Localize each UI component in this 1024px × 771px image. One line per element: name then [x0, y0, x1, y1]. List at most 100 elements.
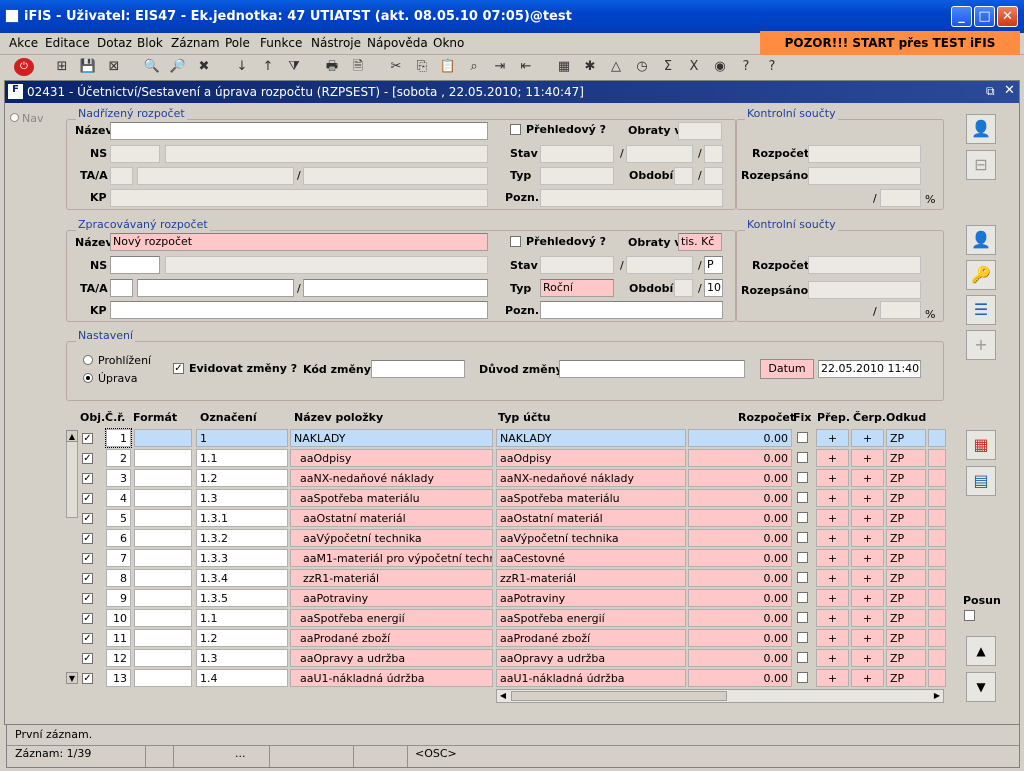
minimize-button[interactable]: _	[951, 6, 972, 27]
current-a-field[interactable]	[303, 279, 488, 297]
menu-1[interactable]: Editace	[45, 36, 90, 50]
nazev-polozky-cell[interactable]: aaOdpisy	[290, 449, 493, 467]
extra-cell[interactable]	[928, 489, 946, 507]
prep-button[interactable]: +	[816, 669, 849, 687]
extra-cell[interactable]	[928, 509, 946, 527]
obj-checkbox[interactable]: ✓	[82, 653, 93, 664]
row-number-cell[interactable]: 7	[106, 549, 131, 567]
fix-checkbox[interactable]	[797, 672, 808, 683]
row-number-cell[interactable]: 4	[106, 489, 131, 507]
fix-checkbox[interactable]	[797, 632, 808, 643]
obj-checkbox[interactable]: ✓	[82, 593, 93, 604]
menu-8[interactable]: Nápověda	[367, 36, 428, 50]
nazev-polozky-cell[interactable]: NAKLADY	[290, 429, 493, 447]
sort-desc-icon[interactable]: ↑	[258, 58, 278, 76]
oznaceni-cell[interactable]: 1	[196, 429, 288, 447]
person-disabled-icon[interactable]: 👤	[966, 114, 996, 144]
format-cell[interactable]	[134, 429, 192, 447]
prep-button[interactable]: +	[816, 609, 849, 627]
fix-checkbox[interactable]	[797, 612, 808, 623]
obj-checkbox[interactable]: ✓	[82, 673, 93, 684]
extra-cell[interactable]	[928, 549, 946, 567]
odkud-cell[interactable]: ZP	[886, 469, 926, 487]
extra-cell[interactable]	[928, 449, 946, 467]
odkud-cell[interactable]: ZP	[886, 489, 926, 507]
typ-uctu-cell[interactable]: aaProdané zboží	[496, 629, 686, 647]
row-number-cell[interactable]: 1	[105, 428, 132, 448]
typ-uctu-cell[interactable]: aaNX-nedaňové náklady	[496, 469, 686, 487]
datum-button[interactable]: Datum	[760, 359, 814, 379]
current-obdobi-field2[interactable]: 10	[704, 279, 723, 297]
current-ns-field[interactable]	[110, 256, 160, 274]
close-button[interactable]: ✕	[997, 6, 1018, 27]
rozpocet-cell[interactable]: 0.00	[688, 509, 792, 527]
nazev-polozky-cell[interactable]: aaU1-nákladná údržba	[290, 669, 493, 687]
odkud-cell[interactable]: ZP	[886, 589, 926, 607]
posun-checkbox[interactable]	[964, 610, 975, 621]
cerp-button[interactable]: +	[851, 449, 884, 467]
rozpocet-cell[interactable]: 0.00	[688, 629, 792, 647]
obj-checkbox[interactable]: ✓	[82, 553, 93, 564]
prep-button[interactable]: +	[816, 549, 849, 567]
row-number-cell[interactable]: 11	[106, 629, 131, 647]
search-icon[interactable]: 🔍	[142, 58, 162, 76]
prep-button[interactable]: +	[816, 469, 849, 487]
save-icon[interactable]: 💾	[78, 58, 98, 76]
current-prehled-checkbox[interactable]	[510, 236, 521, 247]
oznaceni-cell[interactable]: 1.1	[196, 449, 288, 467]
typ-uctu-cell[interactable]: aaPotraviny	[496, 589, 686, 607]
row-number-cell[interactable]: 5	[106, 509, 131, 527]
cerp-button[interactable]: +	[851, 589, 884, 607]
outdent-icon[interactable]: ⇤	[516, 58, 536, 76]
web-icon[interactable]: ◉	[710, 58, 730, 76]
obj-checkbox[interactable]: ✓	[82, 513, 93, 524]
settings-icon[interactable]: ✱	[580, 58, 600, 76]
form-close-icon[interactable]: ✕	[1004, 83, 1015, 98]
nazev-polozky-cell[interactable]: aaM1-materiál pro výpočetní techniku	[290, 549, 493, 567]
odkud-cell[interactable]: ZP	[886, 629, 926, 647]
nazev-polozky-cell[interactable]: aaSpotřeba materiálu	[290, 489, 493, 507]
copy-icon[interactable]: ⎘	[412, 58, 432, 76]
current-nazev-field[interactable]: Nový rozpočet	[110, 233, 488, 251]
extra-cell[interactable]	[928, 529, 946, 547]
current-pozn-field[interactable]	[540, 301, 723, 319]
typ-uctu-cell[interactable]: aaU1-nákladná údržba	[496, 669, 686, 687]
obj-checkbox[interactable]: ✓	[82, 533, 93, 544]
scroll-up-button[interactable]: ▲	[966, 636, 996, 666]
datum-field[interactable]: 22.05.2010 11:40:47	[818, 360, 921, 378]
row-number-cell[interactable]: 3	[106, 469, 131, 487]
rozpocet-cell[interactable]: 0.00	[688, 669, 792, 687]
obj-checkbox[interactable]: ✓	[82, 633, 93, 644]
print-preview-icon[interactable]: 🗎	[348, 58, 368, 76]
oznaceni-cell[interactable]: 1.1	[196, 609, 288, 627]
help-search-icon[interactable]: ?	[736, 58, 756, 76]
prep-button[interactable]: +	[816, 449, 849, 467]
triangle-icon[interactable]: △	[606, 58, 626, 76]
rozpocet-cell[interactable]: 0.00	[688, 609, 792, 627]
calculator-icon[interactable]: ▦	[554, 58, 574, 76]
nazev-polozky-cell[interactable]: aaVýpočetní technika	[290, 529, 493, 547]
format-cell[interactable]	[134, 449, 192, 467]
format-cell[interactable]	[134, 509, 192, 527]
oznaceni-cell[interactable]: 1.3	[196, 649, 288, 667]
format-cell[interactable]	[134, 529, 192, 547]
grid-scroll-down-icon[interactable]: ▼	[66, 672, 78, 684]
cancel-query-icon[interactable]: ✖	[194, 58, 214, 76]
oznaceni-cell[interactable]: 1.2	[196, 629, 288, 647]
fix-checkbox[interactable]	[797, 592, 808, 603]
format-cell[interactable]	[134, 589, 192, 607]
cut-icon[interactable]: ✂	[386, 58, 406, 76]
prep-button[interactable]: +	[816, 489, 849, 507]
typ-uctu-cell[interactable]: NAKLADY	[496, 429, 686, 447]
current-ta-name-field[interactable]	[137, 279, 294, 297]
hscroll-left-icon[interactable]: ◀	[497, 690, 509, 702]
typ-uctu-cell[interactable]: aaOstatní materiál	[496, 509, 686, 527]
fix-checkbox[interactable]	[797, 472, 808, 483]
rozpocet-cell[interactable]: 0.00	[688, 489, 792, 507]
obj-checkbox[interactable]: ✓	[82, 573, 93, 584]
obj-checkbox[interactable]: ✓	[82, 613, 93, 624]
nazev-polozky-cell[interactable]: aaPotraviny	[290, 589, 493, 607]
row-number-cell[interactable]: 10	[106, 609, 131, 627]
maximize-button[interactable]: □	[974, 6, 995, 27]
nazev-polozky-cell[interactable]: zzR1-materiál	[290, 569, 493, 587]
